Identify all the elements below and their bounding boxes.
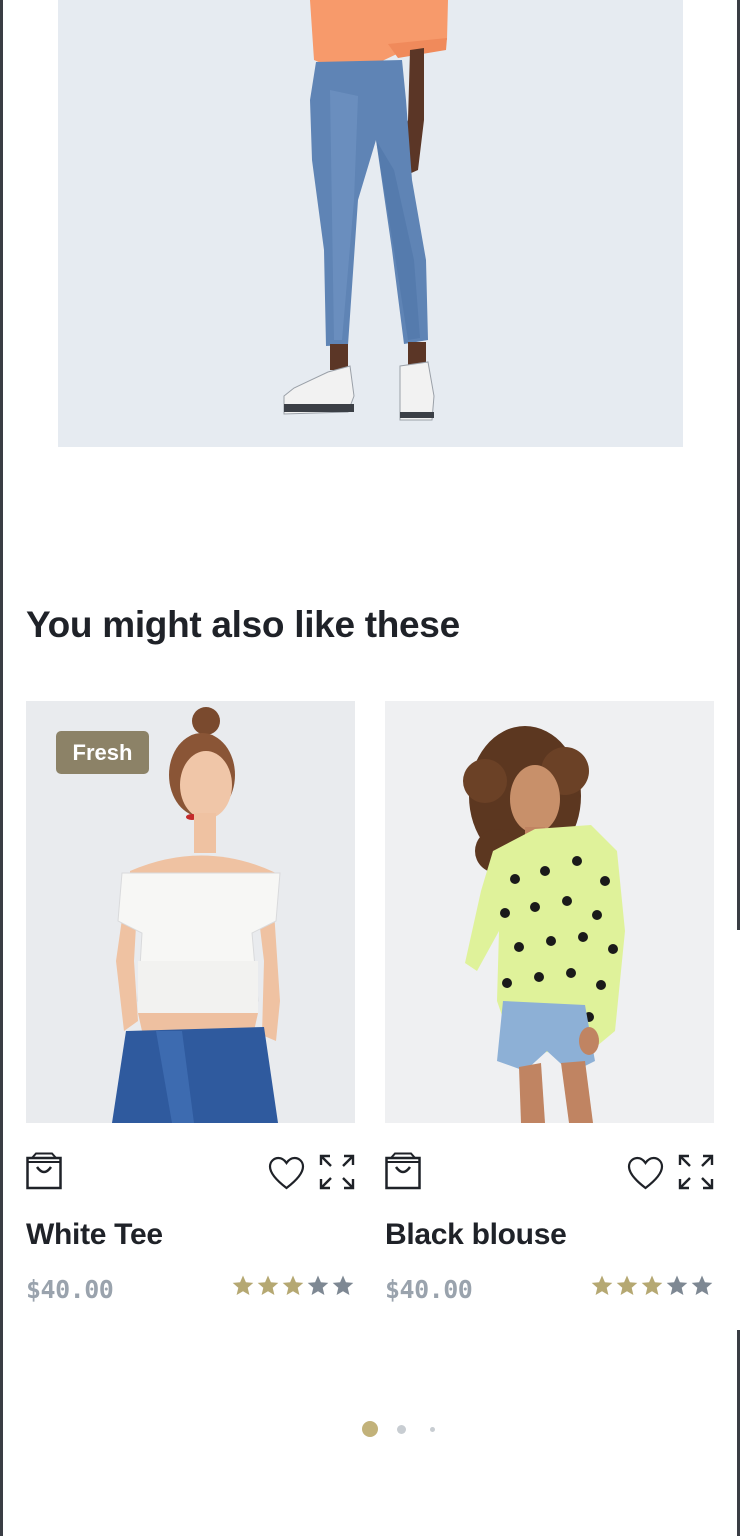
rating-stars (231, 1274, 355, 1298)
star-filled-icon (282, 1275, 304, 1295)
expand-icon[interactable] (678, 1154, 714, 1190)
star-empty-icon (332, 1275, 354, 1295)
section-title: You might also like these (26, 604, 460, 645)
star-filled-icon (257, 1275, 279, 1295)
star-empty-icon (666, 1275, 688, 1295)
pagination-dot-active[interactable] (362, 1421, 378, 1437)
star-filled-icon (616, 1275, 638, 1295)
expand-icon[interactable] (319, 1154, 355, 1190)
pagination-dot[interactable] (397, 1425, 406, 1434)
product-card[interactable]: Fresh White Tee $40.00 (26, 701, 355, 1304)
product-image[interactable]: Fresh (26, 701, 355, 1123)
product-actions (26, 1152, 355, 1192)
model-orange-top-jeans-illustration (58, 0, 683, 447)
model-polka-dot-blouse-illustration (385, 701, 714, 1123)
hero-product-image (58, 0, 683, 447)
rating-stars (590, 1274, 714, 1298)
shopping-bag-icon[interactable] (26, 1152, 62, 1190)
star-filled-icon (641, 1275, 663, 1295)
pagination-dot[interactable] (430, 1427, 435, 1432)
heart-icon[interactable] (268, 1156, 305, 1190)
star-empty-icon (691, 1275, 713, 1295)
product-price: $40.00 (26, 1275, 114, 1304)
shopping-bag-icon[interactable] (385, 1152, 421, 1190)
heart-icon[interactable] (627, 1156, 664, 1190)
product-image[interactable] (385, 701, 714, 1123)
star-empty-icon (307, 1275, 329, 1295)
frame-border-left (0, 0, 3, 1536)
star-filled-icon (232, 1275, 254, 1295)
product-card[interactable]: Black blouse $40.00 (385, 701, 714, 1304)
product-name[interactable]: White Tee (26, 1218, 163, 1252)
product-price: $40.00 (385, 1275, 473, 1304)
product-name[interactable]: Black blouse (385, 1218, 567, 1252)
product-actions (385, 1152, 714, 1192)
star-filled-icon (591, 1275, 613, 1295)
fresh-badge: Fresh (56, 731, 149, 774)
carousel-pagination (0, 1421, 740, 1439)
